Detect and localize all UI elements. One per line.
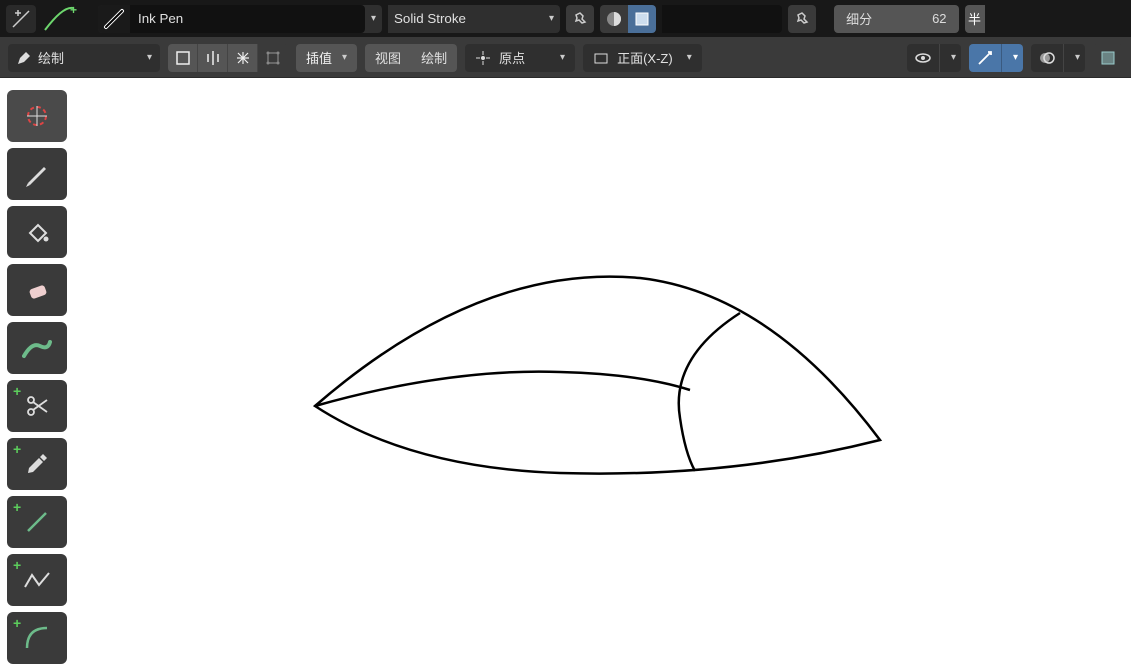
view-draw-group: 视图 绘制 xyxy=(365,44,457,72)
overlay-icon xyxy=(1031,44,1063,72)
pin-stroke-button[interactable] xyxy=(566,5,594,33)
draw-tool[interactable] xyxy=(7,148,67,200)
magnet-cross-icon xyxy=(11,9,31,29)
cutter-tool[interactable]: + xyxy=(7,380,67,432)
scissors-icon xyxy=(25,394,49,418)
eraser-icon xyxy=(24,277,50,303)
color-field[interactable] xyxy=(662,5,782,33)
line-icon xyxy=(24,509,50,535)
chevron-down-icon: ▾ xyxy=(342,52,347,63)
mirror-icon xyxy=(205,50,221,66)
chevron-down-icon: ▾ xyxy=(939,44,961,72)
stroke-style-field[interactable] xyxy=(388,5,543,33)
subdivide-input[interactable]: 细分 62 xyxy=(834,5,958,33)
ink-pen-icon xyxy=(102,7,126,31)
material-b-icon xyxy=(628,5,656,33)
polyline-icon xyxy=(23,569,51,591)
gizmo-icon xyxy=(969,44,1001,72)
origin-selector[interactable]: 原点 ▾ xyxy=(465,44,575,72)
pencil-icon xyxy=(16,50,32,66)
bucket-icon xyxy=(24,219,50,245)
overlay-toggle[interactable]: ▾ xyxy=(1031,44,1085,72)
chevron-down-icon: ▾ xyxy=(560,52,565,63)
eyedropper-tool[interactable]: + xyxy=(7,438,67,490)
brush-thumbnail xyxy=(98,5,130,33)
drawing-content xyxy=(0,78,1131,630)
chevron-down-icon: ▾ xyxy=(371,13,376,24)
mirror-button[interactable] xyxy=(198,44,228,72)
brush-selector[interactable]: ▾ xyxy=(98,5,382,33)
plus-icon: + xyxy=(13,557,21,573)
origin-icon xyxy=(475,50,491,66)
view-menu[interactable]: 视图 xyxy=(365,44,411,72)
xray-icon xyxy=(1099,49,1117,67)
plus-icon: + xyxy=(13,499,21,515)
tint-tool[interactable] xyxy=(7,322,67,374)
eyedropper-icon xyxy=(25,452,49,476)
arc-tool[interactable]: + xyxy=(7,612,67,664)
brush-name-input[interactable] xyxy=(130,5,365,33)
gizmo-toggle[interactable]: ▾ xyxy=(969,44,1023,72)
header-bar-1: + ▾ ▾ xyxy=(0,0,1131,38)
mode-selector[interactable]: 绘制 ▾ xyxy=(8,44,160,72)
draw-menu[interactable]: 绘制 xyxy=(411,44,457,72)
svg-text:+: + xyxy=(70,6,77,17)
transform-button[interactable] xyxy=(258,44,288,72)
chevron-down-icon: ▾ xyxy=(1001,44,1023,72)
header-bar-2: 绘制 ▾ 插值 ▾ 视图 绘制 原点 ▾ 正面(X-Z) ▾ xyxy=(0,38,1131,78)
interpolate-menu[interactable]: 插值 ▾ xyxy=(296,44,357,72)
snap-toggle[interactable] xyxy=(6,5,36,33)
burst-icon xyxy=(235,50,251,66)
xray-toggle[interactable] xyxy=(1093,44,1123,72)
subdivide-value: 62 xyxy=(932,11,946,26)
stroke-curve-icon: + xyxy=(43,6,91,32)
plane-selector[interactable]: 正面(X-Z) ▾ xyxy=(583,44,702,72)
pin-color-button[interactable] xyxy=(788,5,816,33)
cursor-tool[interactable] xyxy=(7,90,67,142)
erase-tool[interactable] xyxy=(7,264,67,316)
chevron-down-icon: ▾ xyxy=(687,52,692,63)
pin-icon xyxy=(572,11,588,27)
polyline-tool[interactable]: + xyxy=(7,554,67,606)
material-mode-toggle[interactable] xyxy=(600,5,656,33)
eye-icon xyxy=(907,44,939,72)
select-box-button[interactable] xyxy=(168,44,198,72)
half-button[interactable]: 半 xyxy=(965,5,985,33)
material-a-icon xyxy=(600,5,628,33)
plus-icon: + xyxy=(13,615,21,631)
visibility-toggle[interactable]: ▾ xyxy=(907,44,961,72)
arc-icon xyxy=(24,625,50,651)
cursor-3d-icon xyxy=(23,102,51,130)
brush-stroke-icon xyxy=(22,336,52,360)
plane-icon xyxy=(593,50,609,66)
burst-button[interactable] xyxy=(228,44,258,72)
left-toolbar: + + + + + xyxy=(7,90,67,664)
chevron-down-icon: ▾ xyxy=(147,52,152,63)
plus-icon: + xyxy=(13,441,21,457)
viewport-canvas[interactable] xyxy=(0,78,1131,630)
stroke-style-selector[interactable]: ▾ xyxy=(388,5,560,33)
subdivide-label: 细分 xyxy=(846,9,872,28)
transform-icon xyxy=(265,50,281,66)
pencil-icon xyxy=(24,161,50,187)
chevron-down-icon: ▾ xyxy=(549,13,554,24)
pin-icon xyxy=(794,11,810,27)
mode-label: 绘制 xyxy=(38,48,64,67)
plus-icon: + xyxy=(13,383,21,399)
line-tool[interactable]: + xyxy=(7,496,67,548)
select-box-icon xyxy=(175,50,191,66)
chevron-down-icon: ▾ xyxy=(1063,44,1085,72)
fill-tool[interactable] xyxy=(7,206,67,258)
edit-tool-group xyxy=(168,44,288,72)
stroke-preview: + xyxy=(42,5,92,33)
